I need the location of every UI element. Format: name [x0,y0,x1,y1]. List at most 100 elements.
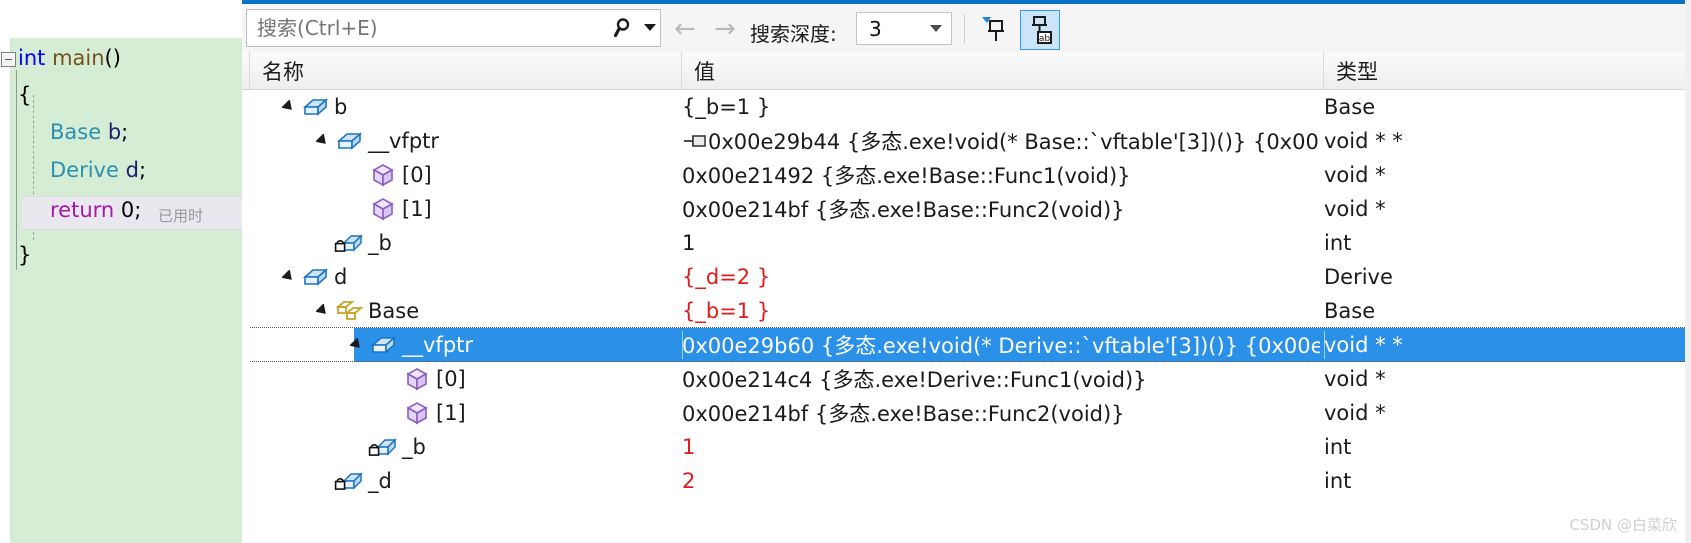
cell-type: void * * [1324,328,1691,362]
variables-grid: 名称值类型 b {_b=1 } Base __vfptr 0x00e29b44 {多态.… [242,52,1691,543]
object-box-icon [334,124,364,158]
column-header-type[interactable]: 类型 [1324,52,1691,89]
variable-type: void * [1324,197,1386,221]
tree-expander-icon[interactable] [278,90,300,124]
table-row[interactable]: _b 1 int [242,226,1691,260]
code-token: return [50,198,121,222]
tree-expander-icon[interactable] [312,294,334,328]
code-line: Derive d; [50,160,146,181]
variable-name: _b [368,231,392,255]
tree-expander-placeholder [380,362,402,396]
pin-button[interactable] [976,10,1012,48]
grid-header-corner [242,52,250,89]
column-header-value[interactable]: 值 [682,52,1324,89]
table-row[interactable]: [0] 0x00e21492 {多态.exe!Base::Func1(void)}… [242,158,1691,192]
variable-name: [0] [436,367,466,391]
variable-name: [1] [436,401,466,425]
cell-type: int [1324,226,1691,260]
search-box[interactable] [246,9,661,47]
pin-with-ab-button[interactable]: ab [1020,10,1060,50]
table-row[interactable]: __vfptr 0x00e29b44 {多态.exe!void(* Base::`… [242,124,1691,158]
cell-value[interactable]: 0x00e21492 {多态.exe!Base::Func1(void)} [682,158,1320,192]
object-box-icon [368,328,398,362]
search-input[interactable] [247,15,610,41]
next-match-arrow-icon[interactable]: → [714,16,736,42]
cell-name: _d [250,464,682,498]
tree-expander-placeholder [346,192,368,226]
cell-value[interactable]: 0x00e214bf {多态.exe!Base::Func2(void)} [682,192,1320,226]
table-row[interactable]: d {_d=2 } Derive [242,260,1691,294]
table-row[interactable]: b {_b=1 } Base [242,90,1691,124]
variable-name: _d [368,469,392,493]
cell-name: __vfptr [250,328,682,362]
variable-value: {_d=2 } [682,265,771,289]
cell-name: [1] [250,192,682,226]
pointer-flag-icon [682,133,708,149]
cell-type: void * * [1324,124,1691,158]
cell-value[interactable]: 0x00e29b44 {多态.exe!void(* Base::`vftable… [682,124,1320,158]
search-depth-select[interactable]: 3 [856,12,952,45]
code-editor-pane: int main(){Base b; Derive d; return 0;} 已用… [0,0,242,543]
cell-name: __vfptr [250,124,682,158]
variable-value: {_b=1 } [682,299,771,323]
chevron-down-icon [930,25,942,32]
region-guide-line [16,70,17,270]
cell-value[interactable]: 0x00e214c4 {多态.exe!Derive::Func1(void)} [682,362,1320,396]
cell-value[interactable]: {_d=2 } [682,260,1320,294]
cube-icon [402,396,432,430]
code-token: int [18,46,53,70]
column-header-name[interactable]: 名称 [250,52,682,89]
tree-expander-icon[interactable] [312,124,334,158]
cell-value[interactable]: 1 [682,430,1320,464]
cell-type: int [1324,464,1691,498]
table-row[interactable]: [0] 0x00e214c4 {多态.exe!Derive::Func1(void… [242,362,1691,396]
table-row[interactable]: _d 2 int [242,464,1691,498]
code-line: int main() [18,48,121,69]
search-options-chevron-down-icon[interactable] [640,24,660,32]
code-token: { [18,83,32,107]
variable-name: Base [368,299,420,323]
tree-expander-placeholder [346,158,368,192]
tree-expander-icon[interactable] [278,260,300,294]
variable-name: d [334,265,348,289]
cell-value[interactable]: 1 [682,226,1320,260]
variable-type: void * [1324,367,1386,391]
cell-type: Base [1324,294,1691,328]
variable-type: void * [1324,401,1386,425]
cell-value[interactable]: 0x00e29b60 {多态.exe!void(* Derive::`vftab… [682,328,1320,362]
magnifier-icon [610,16,640,40]
code-line: } [18,245,31,266]
code-token: d [125,158,139,182]
cell-name: Base [250,294,682,328]
variable-type: void * * [1324,333,1403,357]
grid-header-row: 名称值类型 [242,52,1691,90]
watch-panel: ← → 搜索深度: 3 [242,0,1691,543]
cell-value[interactable]: {_b=1 } [682,90,1320,124]
collapse-region-icon[interactable] [1,52,16,67]
table-row[interactable]: [1] 0x00e214bf {多态.exe!Base::Func2(void)}… [242,396,1691,430]
cell-value[interactable]: {_b=1 } [682,294,1320,328]
variable-name: [1] [402,197,432,221]
cell-value[interactable]: 2 [682,464,1320,498]
table-row[interactable]: __vfptr 0x00e29b60 {多态.exe!void(* Derive:… [242,327,1691,362]
variable-value: 1 [682,435,696,459]
object-box-icon [300,260,330,294]
cell-type: int [1324,430,1691,464]
table-row[interactable]: _b 1 int [242,430,1691,464]
table-row[interactable]: Base {_b=1 } Base [242,294,1691,328]
grid-body: b {_b=1 } Base __vfptr 0x00e29b44 {多态.exe!vo… [242,90,1691,543]
table-row[interactable]: [1] 0x00e214bf {多态.exe!Base::Func2(void)}… [242,192,1691,226]
code-token: main [52,46,105,70]
tree-expander-placeholder [380,396,402,430]
base-class-icon [334,294,364,328]
code-token: 0 [120,198,135,222]
previous-match-arrow-icon[interactable]: ← [674,16,696,42]
tree-expander-icon[interactable] [346,328,368,362]
cell-value[interactable]: 0x00e214bf {多态.exe!Base::Func2(void)} [682,396,1320,430]
